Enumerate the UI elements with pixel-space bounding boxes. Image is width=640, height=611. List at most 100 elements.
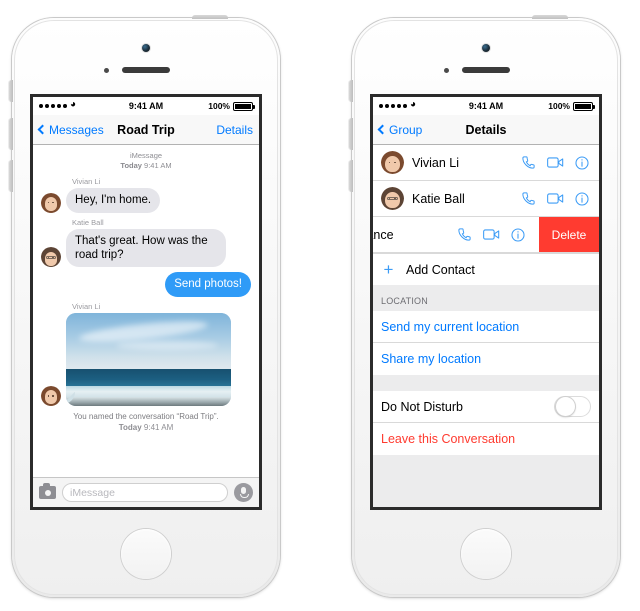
settings-group: Do Not Disturb Leave this Conversation	[373, 391, 599, 455]
message-list[interactable]: iMessage Today 9:41 AM Vivian Li Hey, I'…	[33, 145, 259, 485]
avatar[interactable]	[381, 187, 404, 210]
info-icon[interactable]	[511, 227, 525, 242]
volume-down-button-left[interactable]	[9, 160, 13, 192]
add-contact-row[interactable]: + Add Contact	[373, 253, 599, 285]
screenshot-stage: ◕ 9:41 AM 100% Messages Road Trip Detail…	[0, 0, 640, 611]
video-camera-icon[interactable]	[547, 156, 564, 169]
contact-actions	[521, 155, 589, 170]
system-message-day: Today	[118, 422, 142, 432]
contact-row[interactable]: Katie Ball	[373, 181, 599, 217]
battery-icon	[573, 101, 595, 111]
nav-bar-thread: Messages Road Trip Details	[33, 115, 259, 145]
contact-actions	[521, 191, 589, 206]
camera-icon[interactable]	[39, 483, 56, 499]
plus-icon: +	[383, 260, 394, 279]
home-button-right[interactable]	[461, 529, 511, 579]
microphone-icon[interactable]	[234, 483, 253, 502]
phone-icon[interactable]	[457, 227, 472, 242]
back-button-label: Group	[389, 122, 423, 137]
video-camera-icon[interactable]	[483, 228, 500, 241]
contact-actions	[457, 227, 525, 242]
avatar-face-icon	[381, 187, 404, 210]
contact-row[interactable]: Vivian Li	[373, 145, 599, 181]
send-current-location-row[interactable]: Send my current location	[373, 311, 599, 343]
message-row[interactable]: Send photos!	[41, 272, 251, 297]
message-row[interactable]: That's great. How was the road trip?	[41, 228, 251, 268]
do-not-disturb-row[interactable]: Do Not Disturb	[373, 391, 599, 423]
chevron-left-icon	[377, 124, 388, 135]
nav-bar-details: Group Details	[373, 115, 599, 145]
message-bubble[interactable]: Send photos!	[165, 272, 251, 297]
details-button[interactable]: Details	[216, 123, 253, 137]
phone-icon[interactable]	[521, 155, 536, 170]
mute-switch-left[interactable]	[9, 80, 13, 102]
status-time-right: 9:41 AM	[468, 101, 504, 111]
photo-attachment[interactable]	[66, 312, 231, 406]
power-button-right[interactable]	[532, 15, 568, 19]
system-message-text: You named the conversation “Road Trip”.	[73, 411, 219, 421]
avatar[interactable]	[381, 151, 404, 174]
volume-down-button-right[interactable]	[349, 160, 353, 192]
video-camera-icon[interactable]	[547, 192, 564, 205]
info-icon[interactable]	[575, 191, 589, 206]
avatar[interactable]	[41, 192, 61, 213]
message-row-photo[interactable]	[41, 312, 251, 406]
thread-timestamp: Today 9:41 AM	[41, 161, 251, 171]
screen-group-details: ◕ 9:41 AM 100% Group Details Vivian Li K…	[370, 94, 602, 510]
details-list[interactable]: Vivian Li Katie Ball nce Delete + Add Co…	[373, 145, 599, 507]
back-to-messages-button[interactable]: Messages	[37, 123, 104, 137]
message-row[interactable]: Hey, I'm home.	[41, 188, 251, 213]
power-button-left[interactable]	[192, 15, 228, 19]
location-section-header: LOCATION	[373, 285, 599, 311]
message-bubble[interactable]: Hey, I'm home.	[66, 188, 161, 213]
system-message: You named the conversation “Road Trip”. …	[41, 411, 251, 433]
leave-conversation-row[interactable]: Leave this Conversation	[373, 423, 599, 455]
back-to-group-button[interactable]: Group	[377, 122, 423, 137]
message-sender-name: Vivian Li	[72, 301, 101, 311]
home-button-left[interactable]	[121, 529, 171, 579]
share-my-location-row[interactable]: Share my location	[373, 343, 599, 375]
contact-name: Katie Ball	[412, 191, 465, 206]
contacts-group: Vivian Li Katie Ball nce Delete + Add Co…	[373, 145, 599, 285]
volume-up-button-right[interactable]	[349, 118, 353, 150]
do-not-disturb-toggle[interactable]	[554, 396, 591, 417]
status-bar-left: ◕ 9:41 AM 100%	[33, 97, 259, 115]
thread-timestamp-header: iMessage Today 9:41 AM	[41, 151, 251, 171]
status-time-left: 9:41 AM	[128, 101, 164, 111]
thread-timestamp-time: 9:41 AM	[144, 161, 172, 171]
info-icon[interactable]	[575, 155, 589, 170]
system-message-time: 9:41 AM	[143, 422, 174, 432]
volume-up-button-left[interactable]	[9, 118, 13, 150]
message-sender-name: Vivian Li	[72, 177, 101, 187]
avatar-face-icon	[41, 192, 61, 213]
earpiece-speaker-right	[462, 67, 510, 73]
do-not-disturb-label: Do Not Disturb	[381, 399, 463, 414]
section-gap	[373, 375, 599, 391]
mute-switch-right[interactable]	[349, 80, 353, 102]
proximity-sensor-right	[444, 68, 449, 73]
imessage-service-label: iMessage	[129, 151, 163, 160]
location-group: Send my current location Share my locati…	[373, 311, 599, 375]
avatar[interactable]	[41, 247, 61, 268]
front-camera-icon-left	[142, 44, 150, 52]
avatar-face-icon	[381, 151, 404, 174]
proximity-sensor-left	[104, 68, 109, 73]
avatar-face-icon	[41, 385, 61, 406]
add-contact-label: Add Contact	[406, 262, 475, 277]
status-bar-right: ◕ 9:41 AM 100%	[373, 97, 599, 115]
message-bubble[interactable]: That's great. How was the road trip?	[66, 228, 226, 268]
message-input[interactable]: iMessage	[62, 483, 228, 502]
iphone-device-right: ◕ 9:41 AM 100% Group Details Vivian Li K…	[349, 15, 620, 597]
contact-row-swiped[interactable]: Vance Delete	[373, 217, 599, 253]
front-camera-icon-right	[482, 44, 490, 52]
contact-name: Vance	[373, 227, 394, 242]
earpiece-speaker-left	[122, 67, 170, 73]
battery-icon	[233, 101, 255, 111]
delete-button[interactable]: Delete	[539, 217, 599, 252]
system-message-timestamp: Today 9:41 AM	[41, 422, 251, 433]
phone-icon[interactable]	[521, 191, 536, 206]
avatar[interactable]	[41, 385, 61, 406]
screen-messages-thread: ◕ 9:41 AM 100% Messages Road Trip Detail…	[30, 94, 262, 510]
thread-timestamp-day: Today	[120, 161, 142, 171]
compose-bar: iMessage	[33, 477, 259, 507]
